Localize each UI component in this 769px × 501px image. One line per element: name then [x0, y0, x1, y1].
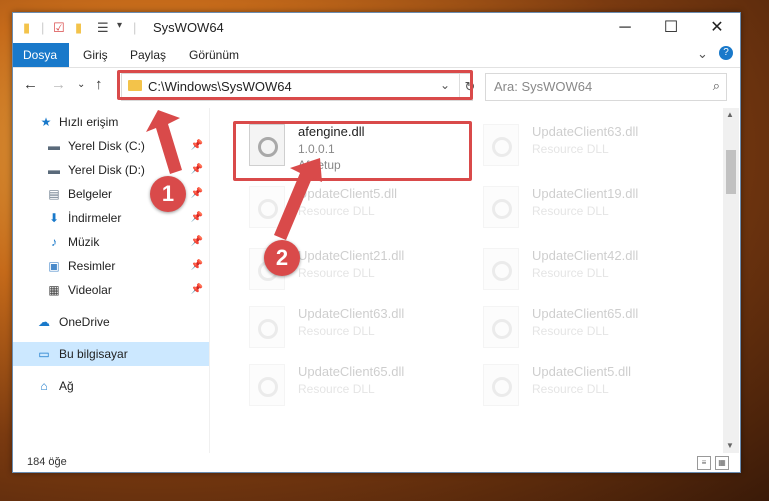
arrow-1-icon — [146, 110, 182, 174]
arrow-2-icon — [274, 158, 322, 240]
callout-arrows — [146, 110, 322, 240]
callout-2: 2 — [264, 240, 300, 276]
callout-1: 1 — [150, 176, 186, 212]
